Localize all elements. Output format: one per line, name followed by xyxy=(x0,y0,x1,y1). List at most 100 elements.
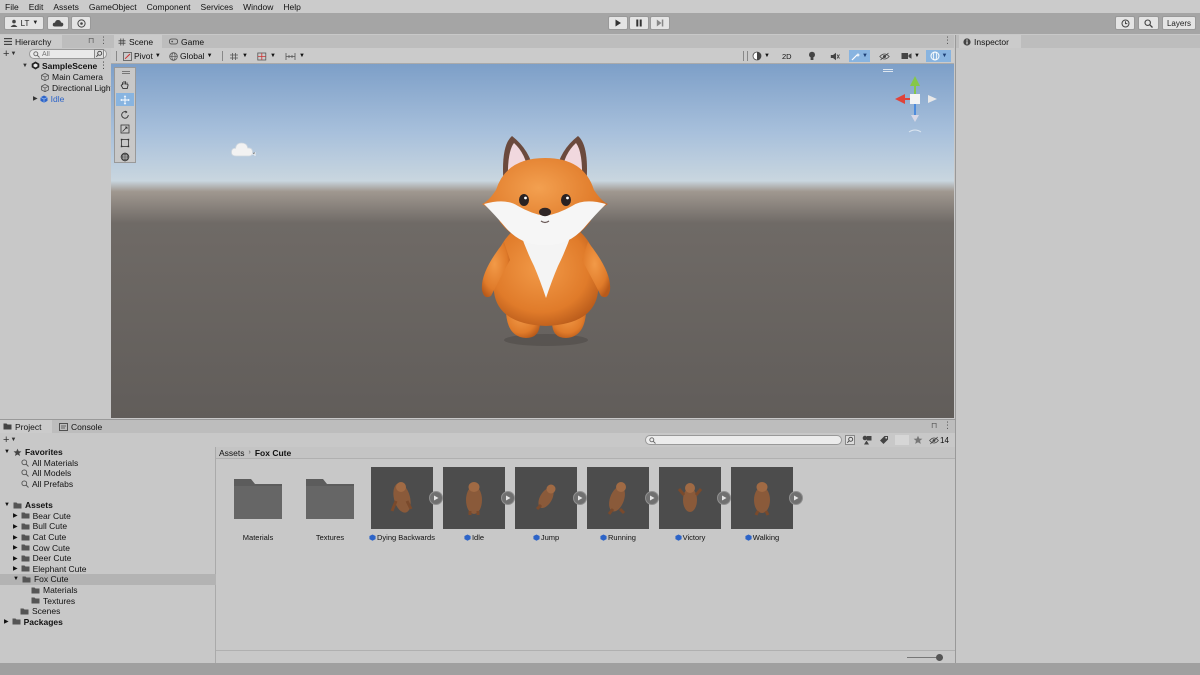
hierarchy-item-directional-light[interactable]: Directional Light xyxy=(0,82,113,93)
grid-asset-jump[interactable]: Jump xyxy=(515,467,587,542)
tree-folder-materials[interactable]: Materials xyxy=(0,585,77,596)
hierarchy-item-main-camera[interactable]: Main Camera xyxy=(0,71,103,82)
project-create-button[interactable]: + ▼ xyxy=(3,434,16,446)
pivot-dropdown[interactable]: Pivot ▼ xyxy=(123,50,161,62)
audio-toggle[interactable] xyxy=(830,50,840,62)
favorite-button[interactable] xyxy=(913,435,923,447)
lighting-toggle[interactable] xyxy=(808,50,816,62)
step-button[interactable] xyxy=(650,16,670,30)
layers-dropdown[interactable]: Layers xyxy=(1162,16,1196,30)
hand-tool-button[interactable] xyxy=(117,78,133,91)
kebab-menu-icon[interactable]: ⋮ xyxy=(99,35,108,46)
tree-folder-cat-cute[interactable]: ▶ Cat Cute xyxy=(0,532,66,543)
scale-tool-button[interactable] xyxy=(117,122,133,135)
menu-help[interactable]: Help xyxy=(278,2,305,12)
tab-hierarchy[interactable]: Hierarchy xyxy=(0,35,62,48)
cloud-button[interactable] xyxy=(47,16,69,30)
grid-snap-dropdown[interactable]: ▼ xyxy=(229,50,248,62)
scene-orientation-gizmo[interactable] xyxy=(891,72,941,136)
2d-toggle[interactable]: 2D xyxy=(782,50,792,62)
kebab-menu-icon[interactable]: ⋮ xyxy=(943,420,952,431)
tree-folder-elephant-cute[interactable]: ▶ Elephant Cute xyxy=(0,564,87,575)
grid-asset-victory[interactable]: Victory xyxy=(659,467,731,542)
move-tool-button[interactable] xyxy=(116,93,134,106)
fox-character-model[interactable] xyxy=(474,132,616,350)
scene-row[interactable]: ▼ SampleScene ⋮ xyxy=(0,60,111,71)
tab-inspector[interactable]: Inspector xyxy=(959,35,1021,48)
grid-asset-dying-backwards[interactable]: Dying Backwards xyxy=(369,467,443,542)
expand-preview-button[interactable] xyxy=(501,491,515,505)
search-button[interactable] xyxy=(1138,16,1159,30)
camera-dropdown[interactable]: ▼ xyxy=(901,50,920,62)
menu-gameobject[interactable]: GameObject xyxy=(84,2,142,12)
tab-console[interactable]: Console xyxy=(56,420,108,433)
tree-folder-fox-cute[interactable]: ▼ Fox Cute xyxy=(0,574,216,585)
scene-viewport[interactable] xyxy=(111,64,954,418)
hierarchy-search-input[interactable] xyxy=(42,50,92,58)
hidden-objects-toggle[interactable] xyxy=(879,50,890,62)
grid-asset-idle[interactable]: Idle xyxy=(443,467,515,542)
menu-window[interactable]: Window xyxy=(238,2,278,12)
gizmo-menu-grip[interactable] xyxy=(883,69,893,70)
tree-folder-bull-cute[interactable]: ▶ Bull Cute xyxy=(0,521,67,532)
tree-favorites[interactable]: ▼ Favorites xyxy=(0,447,63,458)
project-search[interactable] xyxy=(645,435,842,445)
pause-button[interactable] xyxy=(629,16,649,30)
breadcrumb-fox-cute[interactable]: Fox Cute xyxy=(255,448,291,458)
tab-project[interactable]: Project xyxy=(0,420,52,433)
grid-asset-walking[interactable]: Walking xyxy=(731,467,803,542)
tree-folder-scenes[interactable]: Scenes xyxy=(0,606,60,617)
account-dropdown[interactable]: LT ▼ xyxy=(4,16,44,30)
menu-assets[interactable]: Assets xyxy=(48,2,84,12)
menu-file[interactable]: File xyxy=(0,2,24,12)
grid-folder-materials[interactable]: Materials xyxy=(227,467,289,542)
tree-favorite-item[interactable]: All Models xyxy=(0,468,71,479)
expand-preview-button[interactable] xyxy=(573,491,587,505)
tree-folder-deer-cute[interactable]: ▶ Deer Cute xyxy=(0,553,71,564)
tree-folder-cow-cute[interactable]: ▶ Cow Cute xyxy=(0,542,70,553)
menu-component[interactable]: Component xyxy=(142,2,196,12)
filter-by-type-button[interactable] xyxy=(862,435,873,447)
menu-services[interactable]: Services xyxy=(196,2,239,12)
breadcrumb-assets[interactable]: Assets xyxy=(219,448,245,458)
tree-favorite-item[interactable]: All Materials xyxy=(0,458,78,469)
tree-assets[interactable]: ▼ Assets xyxy=(0,500,53,511)
icon-size-slider-thumb[interactable] xyxy=(936,654,943,661)
expand-preview-button[interactable] xyxy=(645,491,659,505)
tab-scene[interactable]: Scene xyxy=(114,35,162,48)
menu-edit[interactable]: Edit xyxy=(24,2,49,12)
play-button[interactable] xyxy=(608,16,628,30)
tree-folder-bear-cute[interactable]: ▶ Bear Cute xyxy=(0,511,71,522)
expand-preview-button[interactable] xyxy=(717,491,731,505)
filter-by-label-button[interactable] xyxy=(879,435,889,447)
snap-settings-dropdown[interactable]: ▼ xyxy=(285,50,305,62)
tab-game[interactable]: Game xyxy=(166,35,214,48)
history-button[interactable] xyxy=(1115,16,1135,30)
grid-folder-textures[interactable]: Textures xyxy=(299,467,361,542)
collab-button[interactable] xyxy=(71,16,91,30)
search-by-type-button[interactable] xyxy=(845,435,856,445)
lock-icon[interactable]: ⊓ xyxy=(88,36,94,45)
lock-icon[interactable]: ⊓ xyxy=(931,421,937,430)
rotate-tool-button[interactable] xyxy=(117,108,133,121)
effects-dropdown[interactable]: ▼ xyxy=(849,50,870,62)
tree-favorite-item[interactable]: All Prefabs xyxy=(0,479,73,490)
kebab-menu-icon[interactable]: ⋮ xyxy=(943,35,952,46)
directional-light-gizmo[interactable] xyxy=(230,141,256,161)
transform-tool-button[interactable] xyxy=(117,150,133,163)
hidden-packages-toggle[interactable]: 14 xyxy=(929,434,949,446)
grid-asset-running[interactable]: Running xyxy=(587,467,659,542)
tree-packages[interactable]: ▶ Packages xyxy=(0,617,63,628)
increment-snap-dropdown[interactable]: ▼ xyxy=(257,50,276,62)
gizmos-dropdown[interactable]: ▼ xyxy=(926,50,951,62)
tree-folder-textures[interactable]: Textures xyxy=(0,595,75,606)
hierarchy-item-idle[interactable]: ▶ Idle xyxy=(0,93,64,104)
rect-tool-button[interactable] xyxy=(117,136,133,149)
kebab-menu-icon[interactable]: ⋮ xyxy=(99,60,108,71)
create-button[interactable]: + ▼ xyxy=(3,48,16,60)
draw-mode-dropdown[interactable]: ▼ xyxy=(752,50,770,62)
expand-preview-button[interactable] xyxy=(429,491,443,505)
global-dropdown[interactable]: Global ▼ xyxy=(169,50,213,62)
save-search-button[interactable] xyxy=(895,435,909,445)
expand-preview-button[interactable] xyxy=(789,491,803,505)
